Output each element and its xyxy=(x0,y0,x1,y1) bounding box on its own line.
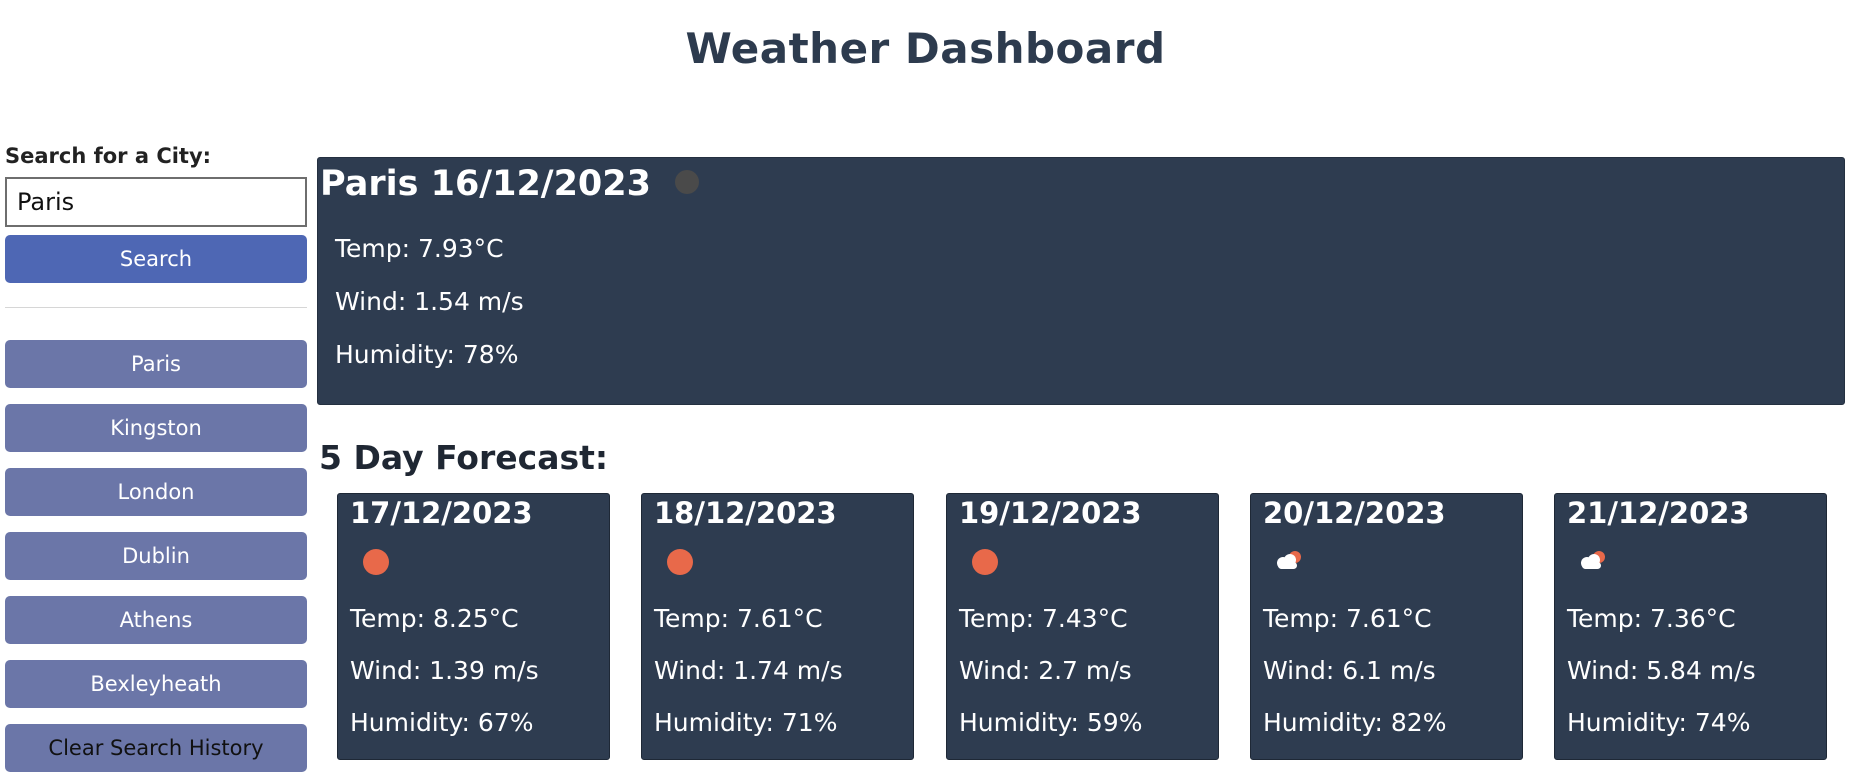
forecast-card: 20/12/2023 Temp: 7.61°C Wind: 6.1 m/s Hu… xyxy=(1250,493,1523,760)
clear-history-button[interactable]: Clear Search History xyxy=(5,724,307,772)
sun-icon xyxy=(972,549,998,575)
forecast-date: 21/12/2023 xyxy=(1567,496,1750,530)
sun-icon xyxy=(363,549,389,575)
forecast-wind: Wind: 6.1 m/s xyxy=(1263,656,1436,685)
forecast-temp: Temp: 7.61°C xyxy=(654,604,823,633)
sidebar: Search for a City: Search Paris Kingston… xyxy=(5,143,307,772)
weather-icon xyxy=(675,170,699,194)
current-city-date: Paris 16/12/2023 xyxy=(320,164,651,204)
forecast-card: 18/12/2023 Temp: 7.61°C Wind: 1.74 m/s H… xyxy=(641,493,914,760)
divider xyxy=(5,307,307,308)
current-temp: Temp: 7.93°C xyxy=(335,234,504,263)
forecast-temp: Temp: 7.43°C xyxy=(959,604,1128,633)
search-button[interactable]: Search xyxy=(5,235,307,283)
search-label: Search for a City: xyxy=(5,144,212,168)
history-button-paris[interactable]: Paris xyxy=(5,340,307,388)
forecast-temp: Temp: 7.61°C xyxy=(1263,604,1432,633)
forecast-card: 21/12/2023 Temp: 7.36°C Wind: 5.84 m/s H… xyxy=(1554,493,1827,760)
forecast-humidity: Humidity: 67% xyxy=(350,708,534,737)
forecast-date: 19/12/2023 xyxy=(959,496,1142,530)
history-button-dublin[interactable]: Dublin xyxy=(5,532,307,580)
forecast-humidity: Humidity: 82% xyxy=(1263,708,1447,737)
forecast-heading: 5 Day Forecast: xyxy=(319,438,609,477)
current-weather-heading: Paris 16/12/2023 xyxy=(320,164,699,204)
forecast-wind: Wind: 1.39 m/s xyxy=(350,656,539,685)
history-button-bexleyheath[interactable]: Bexleyheath xyxy=(5,660,307,708)
forecast-date: 20/12/2023 xyxy=(1263,496,1446,530)
forecast-humidity: Humidity: 74% xyxy=(1567,708,1751,737)
forecast-humidity: Humidity: 59% xyxy=(959,708,1143,737)
current-wind: Wind: 1.54 m/s xyxy=(335,287,524,316)
forecast-card: 19/12/2023 Temp: 7.43°C Wind: 2.7 m/s Hu… xyxy=(946,493,1219,760)
history-button-athens[interactable]: Athens xyxy=(5,596,307,644)
forecast-date: 17/12/2023 xyxy=(350,496,533,530)
forecast-wind: Wind: 2.7 m/s xyxy=(959,656,1132,685)
current-weather-card: Paris 16/12/2023 Temp: 7.93°C Wind: 1.54… xyxy=(317,157,1845,405)
forecast-wind: Wind: 1.74 m/s xyxy=(654,656,843,685)
history-button-london[interactable]: London xyxy=(5,468,307,516)
history-button-kingston[interactable]: Kingston xyxy=(5,404,307,452)
forecast-temp: Temp: 8.25°C xyxy=(350,604,519,633)
sun-icon xyxy=(667,549,693,575)
cloud-sun-icon xyxy=(1277,551,1301,569)
forecast-date: 18/12/2023 xyxy=(654,496,837,530)
current-humidity: Humidity: 78% xyxy=(335,340,519,369)
forecast-temp: Temp: 7.36°C xyxy=(1567,604,1736,633)
city-search-input[interactable] xyxy=(5,177,307,227)
forecast-humidity: Humidity: 71% xyxy=(654,708,838,737)
forecast-wind: Wind: 5.84 m/s xyxy=(1567,656,1756,685)
cloud-sun-icon xyxy=(1581,551,1605,569)
forecast-card: 17/12/2023 Temp: 8.25°C Wind: 1.39 m/s H… xyxy=(337,493,610,760)
page-title: Weather Dashboard xyxy=(685,24,1166,73)
